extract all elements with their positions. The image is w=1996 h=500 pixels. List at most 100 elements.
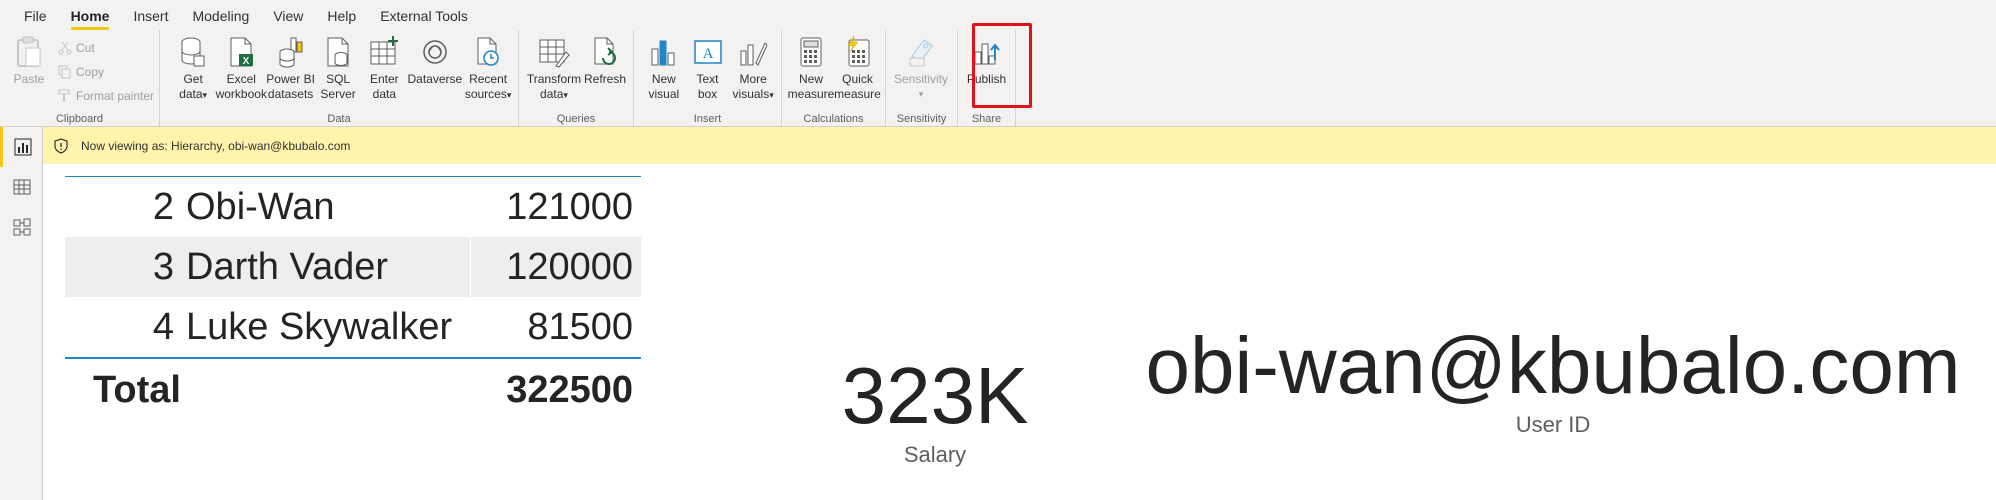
more-visuals-icon: [736, 34, 770, 70]
menu-bar: File Home Insert Modeling View Help Exte…: [0, 0, 1996, 30]
tab-external-tools[interactable]: External Tools: [368, 0, 480, 30]
ribbon: Paste Cut Copy Format painter Clipboard …: [0, 30, 1996, 127]
chevron-down-icon: ▾: [202, 90, 208, 100]
user-id-card-value: obi-wan@kbubalo.com: [1145, 321, 1961, 410]
tab-modeling[interactable]: Modeling: [180, 0, 261, 30]
table-icon: [13, 179, 30, 195]
quick-measure-button[interactable]: Quick measure: [834, 34, 881, 102]
queries-group: Transform data▾ Refresh Queries: [519, 30, 634, 127]
bar-chart-icon: [647, 34, 681, 70]
powerbi-datasets-button[interactable]: Power BI datasets: [266, 34, 315, 102]
salary-cell: 81500: [527, 306, 633, 348]
sql-server-icon: [321, 34, 355, 70]
report-view-button[interactable]: [0, 127, 43, 167]
scissors-icon: [58, 41, 72, 55]
recent-sources-button[interactable]: Recent sources▾: [462, 34, 514, 103]
paste-icon: [12, 34, 46, 70]
publish-icon: [970, 34, 1004, 70]
salary-card-value: 323K: [841, 351, 1029, 440]
rank-cell: 4: [152, 305, 174, 348]
powerbi-datasets-icon: [274, 34, 308, 70]
quick-measure-icon: [841, 34, 875, 70]
tab-help[interactable]: Help: [315, 0, 368, 30]
database-icon: [176, 34, 210, 70]
name-cell: Obi-Wan: [186, 185, 335, 228]
get-data-button[interactable]: Get data▾: [170, 34, 216, 103]
rank-cell: 2: [152, 185, 174, 228]
chevron-down-icon: ▾: [563, 90, 568, 100]
new-measure-button[interactable]: New measure: [788, 34, 834, 102]
salary-card-label: Salary: [903, 442, 967, 467]
salary-table-visual[interactable]: 2 Obi-Wan 121000 3 Darth Vader 120000 4 …: [65, 176, 641, 421]
model-view-icon: [13, 218, 30, 236]
dataverse-icon: [418, 34, 452, 70]
insert-group-label: Insert: [693, 113, 722, 125]
format-painter-button[interactable]: Format painter: [58, 86, 154, 106]
table-row[interactable]: 3 Darth Vader 120000: [65, 237, 641, 297]
dataverse-button[interactable]: Dataverse: [407, 34, 462, 87]
transform-data-button[interactable]: Transform data▾: [525, 34, 583, 103]
transform-data-icon: [537, 34, 571, 70]
sensitivity-group: Sensitivity ▾ Sensitivity: [886, 30, 958, 127]
tab-file[interactable]: File: [12, 0, 59, 30]
copy-icon: [58, 65, 71, 79]
table-row[interactable]: 4 Luke Skywalker 81500: [65, 297, 641, 357]
clipboard-group-label: Clipboard: [55, 113, 104, 125]
sensitivity-button[interactable]: Sensitivity ▾: [890, 34, 952, 102]
name-cell: Darth Vader: [186, 245, 389, 288]
format-painter-label: Format painter: [76, 89, 155, 103]
tab-view[interactable]: View: [261, 0, 315, 30]
name-cell: Luke Skywalker: [186, 305, 453, 348]
report-canvas: 2 Obi-Wan 121000 3 Darth Vader 120000 4 …: [43, 164, 1996, 500]
text-box-button[interactable]: A Text box: [686, 34, 730, 102]
new-visual-button[interactable]: New visual: [642, 34, 686, 102]
recent-sources-icon: [471, 34, 505, 70]
text-box-icon: A: [691, 34, 725, 70]
paste-button[interactable]: Paste: [4, 34, 54, 87]
data-group-label: Data: [327, 113, 351, 125]
more-visuals-button[interactable]: More visuals▾: [729, 34, 777, 103]
copy-button[interactable]: Copy: [58, 62, 154, 82]
enter-data-button[interactable]: Enter data: [361, 34, 407, 102]
refresh-icon: [588, 34, 622, 70]
calculations-group-label: Calculations: [803, 113, 864, 125]
model-view-button[interactable]: [0, 207, 43, 247]
queries-group-label: Queries: [556, 113, 596, 125]
excel-workbook-button[interactable]: X Excel workbook: [216, 34, 267, 102]
chevron-down-icon: ▾: [769, 90, 774, 100]
table-row[interactable]: 2 Obi-Wan 121000: [65, 177, 641, 237]
tab-insert[interactable]: Insert: [121, 0, 180, 30]
sql-server-button[interactable]: SQL Server: [315, 34, 361, 102]
view-switcher: [0, 127, 43, 500]
paintbrush-icon: [58, 89, 70, 102]
user-id-card-visual[interactable]: obi-wan@kbubalo.com User ID: [1088, 324, 1996, 438]
sensitivity-group-label: Sensitivity: [896, 113, 947, 125]
publish-button[interactable]: Publish: [962, 34, 1011, 87]
calculator-icon: [794, 34, 828, 70]
insert-group: New visual A Text box More visuals▾ Inse…: [634, 30, 782, 127]
paste-label: Paste: [13, 72, 45, 86]
user-id-card-label: User ID: [1515, 412, 1591, 437]
salary-cell: 120000: [470, 237, 641, 297]
chevron-down-icon: ▾: [918, 89, 924, 99]
cut-button[interactable]: Cut: [58, 38, 154, 58]
data-view-button[interactable]: [0, 167, 43, 207]
table-total-row[interactable]: Total 322500: [65, 359, 641, 421]
tab-home[interactable]: Home: [59, 0, 122, 30]
calculations-group: New measure Quick measure Calculations: [782, 30, 886, 127]
table-plus-icon: [367, 34, 401, 70]
refresh-button[interactable]: Refresh: [583, 34, 627, 87]
share-group: Publish Share: [958, 30, 1016, 127]
cut-label: Cut: [76, 41, 95, 55]
shield-icon: [54, 137, 68, 154]
share-group-label: Share: [971, 113, 1002, 125]
svg-text:X: X: [243, 56, 250, 67]
clipboard-group: Paste Cut Copy Format painter Clipboard: [0, 30, 160, 127]
rank-cell: 3: [152, 245, 174, 288]
banner-text: Now viewing as: Hierarchy, obi-wan@kbuba…: [81, 138, 351, 153]
sensitivity-label-icon: [904, 34, 938, 70]
data-group: Get data▾ X Excel workbook Power BI data…: [160, 30, 519, 127]
excel-icon: X: [224, 34, 258, 70]
svg-text:A: A: [702, 46, 713, 62]
salary-card-visual[interactable]: 323K Salary: [780, 354, 1090, 468]
